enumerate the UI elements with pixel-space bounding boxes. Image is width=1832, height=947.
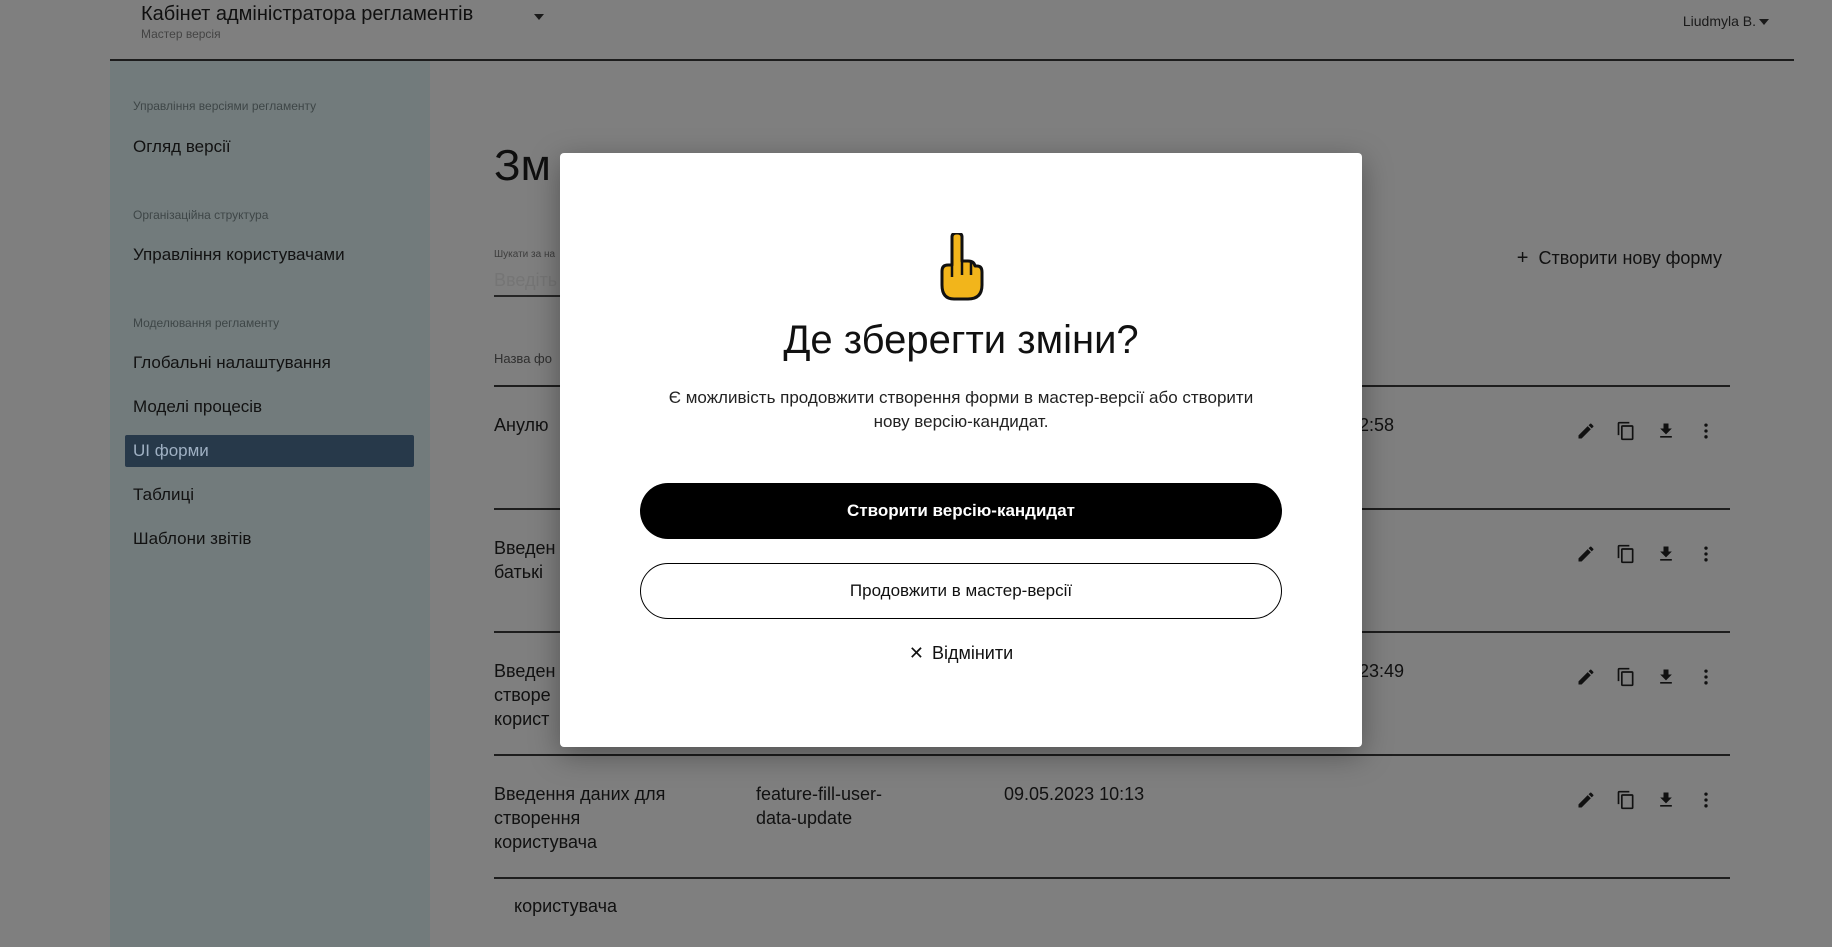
row-actions [1576,421,1716,441]
sidebar-section-label: Організаційна структура [133,208,269,222]
table-row-name: Введення даних для створення користувача [494,784,666,852]
create-form-button[interactable]: + Створити нову форму [1517,247,1722,270]
download-icon[interactable] [1656,667,1676,687]
cancel-button[interactable]: ✕ Відмінити [560,643,1362,664]
create-form-label: Створити нову форму [1538,248,1722,268]
search-label: Шукати за на [494,249,556,260]
download-icon[interactable] [1656,544,1676,564]
table-row-date: 2:58 [1359,415,1395,435]
pointing-up-hand-icon [940,233,984,301]
plus-icon: + [1516,247,1529,269]
more-vert-icon[interactable] [1696,421,1716,441]
sidebar: Управління версіями регламенту Огляд вер… [110,61,430,947]
user-menu[interactable]: Liudmyla B. [1683,13,1756,29]
sidebar-section-label: Моделювання регламенту [133,316,280,330]
sidebar-item-version-overview[interactable]: Огляд версії [133,137,231,157]
row-actions [1576,790,1716,810]
top-bar: Кабінет адміністратора регламентів Масте… [110,0,1794,61]
table-row-partial: користувача [514,896,617,916]
divider [494,754,1730,756]
table-row-name: Введен створе корист [494,661,556,729]
more-vert-icon[interactable] [1696,544,1716,564]
more-vert-icon[interactable] [1696,790,1716,810]
copy-icon[interactable] [1616,544,1636,564]
continue-master-button[interactable]: Продовжити в мастер-версії [640,563,1282,619]
version-label: Мастер версія [141,27,221,41]
chevron-down-icon[interactable] [534,14,544,20]
create-candidate-button[interactable]: Створити версію-кандидат [640,483,1282,539]
edit-icon[interactable] [1576,667,1596,687]
edit-icon[interactable] [1576,544,1596,564]
dialog-description: Є можливість продовжити створення форми … [668,388,1254,431]
edit-icon[interactable] [1576,421,1596,441]
row-actions [1576,544,1716,564]
sidebar-item-tables[interactable]: Таблиці [133,485,194,505]
column-header-name[interactable]: Назва фо [494,351,552,366]
table-row-id: feature-fill-user- data-update [756,784,883,828]
sidebar-item-users[interactable]: Управління користувачами [133,245,345,265]
sidebar-item-report-templates[interactable]: Шаблони звітів [133,529,251,549]
table-row-date: 23:49 [1359,661,1405,681]
app-title[interactable]: Кабінет адміністратора регламентів [141,3,473,26]
edit-icon[interactable] [1576,790,1596,810]
more-vert-icon[interactable] [1696,667,1716,687]
dialog-title: Де зберегти зміни? [783,318,1139,362]
copy-icon[interactable] [1616,790,1636,810]
sidebar-item-ui-forms[interactable]: UI форми [125,435,414,467]
sidebar-section-label: Управління версіями регламенту [133,99,317,113]
save-changes-dialog: Де зберегти зміни? Є можливість продовжи… [560,153,1362,747]
row-actions [1576,667,1716,687]
copy-icon[interactable] [1616,421,1636,441]
divider [494,877,1730,879]
table-row-name: Введен батькі [494,538,556,582]
copy-icon[interactable] [1616,667,1636,687]
close-icon: ✕ [908,643,924,663]
table-row-date: 09.05.2023 10:13 [1004,784,1145,804]
page-title: Зм [494,141,551,190]
sidebar-item-label: UI форми [133,441,209,460]
sidebar-item-process-models[interactable]: Моделі процесів [133,397,262,417]
sidebar-item-global-settings[interactable]: Глобальні налаштування [133,353,331,373]
download-icon[interactable] [1656,421,1676,441]
chevron-down-icon[interactable] [1759,19,1769,25]
download-icon[interactable] [1656,790,1676,810]
table-row-name: Анулю [494,415,549,435]
cancel-label: Відмінити [931,643,1014,663]
